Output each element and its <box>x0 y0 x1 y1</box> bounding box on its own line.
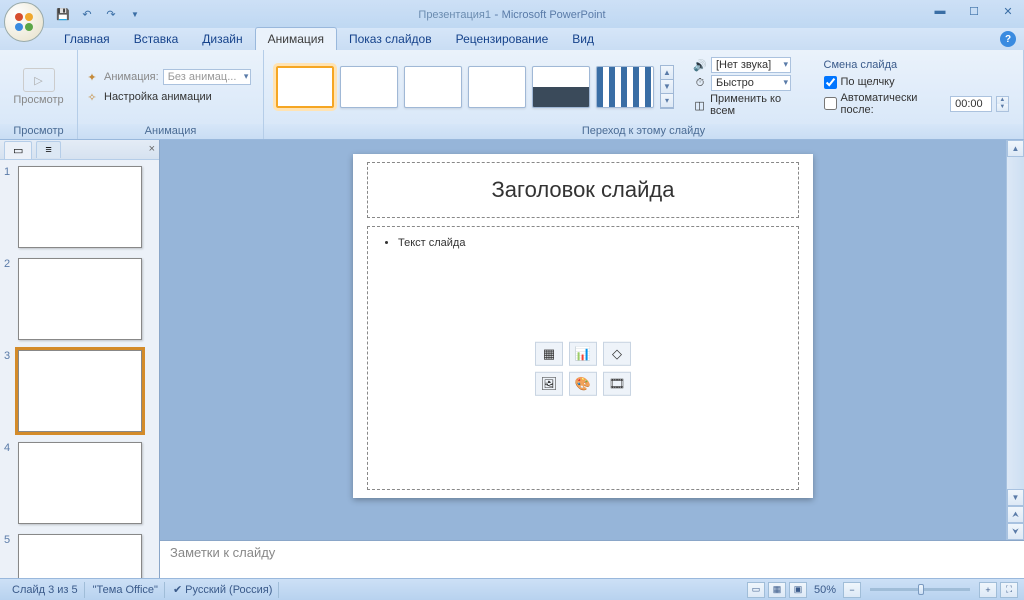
scroll-up[interactable]: ▲ <box>1007 140 1024 157</box>
close-button[interactable]: ✕ <box>996 2 1020 20</box>
scroll-down[interactable]: ▼ <box>1007 489 1024 506</box>
transition-option-3[interactable] <box>404 66 462 108</box>
save-icon[interactable]: 💾 <box>54 5 72 23</box>
window-title: Презентация1 - Microsoft PowerPoint <box>418 7 605 21</box>
redo-icon[interactable]: ↷ <box>102 5 120 23</box>
slide-canvas[interactable]: Заголовок слайда Текст слайда ▦ 📊 ◇ 🖼 🎨 … <box>353 154 813 498</box>
insert-smartart-icon[interactable]: ◇ <box>603 342 631 366</box>
preview-icon: ▷ <box>23 68 55 92</box>
content-placeholder[interactable]: Текст слайда ▦ 📊 ◇ 🖼 🎨 🎞 <box>367 226 799 490</box>
time-spin-up[interactable]: ▲ <box>997 97 1008 104</box>
vertical-scrollbar[interactable]: ▲ ▼ ⮝ ⮟ <box>1006 140 1024 540</box>
gallery-scroll-down[interactable]: ▼ <box>661 80 673 94</box>
status-theme: "Тема Office" <box>87 582 165 598</box>
tab-home[interactable]: Главная <box>52 28 122 50</box>
gallery-scroll-up[interactable]: ▲ <box>661 66 673 80</box>
speed-icon: ⏱ <box>692 76 708 90</box>
status-language[interactable]: ✔ Русский (Россия) <box>167 582 280 598</box>
tab-review[interactable]: Рецензирование <box>444 28 561 50</box>
animation-icon: ✦ <box>84 69 100 85</box>
tab-insert[interactable]: Вставка <box>122 28 191 50</box>
zoom-in-button[interactable]: + <box>979 582 997 598</box>
insert-chart-icon[interactable]: 📊 <box>569 342 597 366</box>
slide-thumbnails: 1 2 3 4 5 <box>0 160 159 578</box>
sound-icon: 🔊 <box>692 58 708 72</box>
status-slide-info: Слайд 3 из 5 <box>6 582 85 598</box>
insert-picture-icon[interactable]: 🖼 <box>535 372 563 396</box>
thumbnails-close[interactable]: × <box>149 143 155 155</box>
tab-slideshow[interactable]: Показ слайдов <box>337 28 444 50</box>
slide-thumb-4[interactable]: 4 <box>4 442 157 524</box>
thumbnails-tab-slides[interactable]: ▭ <box>4 141 32 159</box>
transition-option-6[interactable] <box>596 66 654 108</box>
minimize-button[interactable]: ▬ <box>928 2 952 20</box>
transition-option-5[interactable] <box>532 66 590 108</box>
custom-animation-button[interactable]: ✧ Настройка анимации <box>84 89 251 105</box>
animation-combo: Без анимац... <box>163 69 252 85</box>
view-normal-button[interactable]: ▭ <box>747 582 765 598</box>
prev-slide-button[interactable]: ⮝ <box>1007 506 1024 523</box>
zoom-value[interactable]: 50% <box>810 584 840 596</box>
time-spin-down[interactable]: ▼ <box>997 104 1008 111</box>
transition-option-4[interactable] <box>468 66 526 108</box>
insert-table-icon[interactable]: ▦ <box>535 342 563 366</box>
help-button[interactable]: ? <box>1000 31 1016 47</box>
next-slide-button[interactable]: ⮟ <box>1007 523 1024 540</box>
transition-none[interactable] <box>276 66 334 108</box>
view-sorter-button[interactable]: ▦ <box>768 582 786 598</box>
fit-to-window-button[interactable]: ⛶ <box>1000 582 1018 598</box>
apply-all-icon: ◫ <box>692 98 707 112</box>
group-animation-label: Анимация <box>78 124 263 139</box>
transition-speed-combo[interactable]: Быстро <box>711 75 791 91</box>
slide-thumb-5[interactable]: 5 <box>4 534 157 578</box>
advance-header: Смена слайда <box>824 59 1009 71</box>
auto-after-time[interactable]: 00:00 <box>950 96 992 112</box>
notes-pane[interactable]: Заметки к слайду <box>160 540 1024 578</box>
spellcheck-icon: ✔ <box>173 583 182 596</box>
preview-button: ▷ Просмотр <box>9 66 67 108</box>
slide-thumb-1[interactable]: 1 <box>4 166 157 248</box>
transition-option-2[interactable] <box>340 66 398 108</box>
insert-media-icon[interactable]: 🎞 <box>603 372 631 396</box>
transition-sound-combo[interactable]: [Нет звука] <box>711 57 791 73</box>
tab-animation[interactable]: Анимация <box>255 27 337 50</box>
insert-clipart-icon[interactable]: 🎨 <box>569 372 597 396</box>
office-button[interactable] <box>4 2 44 42</box>
advance-auto-after[interactable]: Автоматически после: 00:00 ▲▼ <box>824 92 1009 116</box>
zoom-out-button[interactable]: − <box>843 582 861 598</box>
thumbnails-tab-outline[interactable]: ≡ <box>36 141 60 158</box>
zoom-slider[interactable] <box>870 588 970 591</box>
qat-dropdown-icon[interactable]: ▼ <box>126 5 144 23</box>
maximize-button[interactable]: ☐ <box>962 2 986 20</box>
transition-gallery: ▲ ▼ ▾ <box>270 65 680 109</box>
group-preview-label: Просмотр <box>0 124 77 139</box>
apply-to-all-button[interactable]: ◫ Применить ко всем <box>692 93 804 117</box>
slide-thumb-2[interactable]: 2 <box>4 258 157 340</box>
group-transition-label: Переход к этому слайду <box>264 124 1023 139</box>
title-placeholder[interactable]: Заголовок слайда <box>367 162 799 218</box>
custom-animation-icon: ✧ <box>84 89 100 105</box>
animation-combo-row: ✦ Анимация: Без анимац... <box>84 69 251 85</box>
advance-on-click[interactable]: По щелчку <box>824 76 1009 89</box>
undo-icon[interactable]: ↶ <box>78 5 96 23</box>
tab-view[interactable]: Вид <box>560 28 606 50</box>
view-slideshow-button[interactable]: ▣ <box>789 582 807 598</box>
ribbon-tabs: Главная Вставка Дизайн Анимация Показ сл… <box>0 28 1024 50</box>
gallery-expand[interactable]: ▾ <box>661 94 673 108</box>
tab-design[interactable]: Дизайн <box>190 28 254 50</box>
slide-thumb-3[interactable]: 3 <box>4 350 157 432</box>
